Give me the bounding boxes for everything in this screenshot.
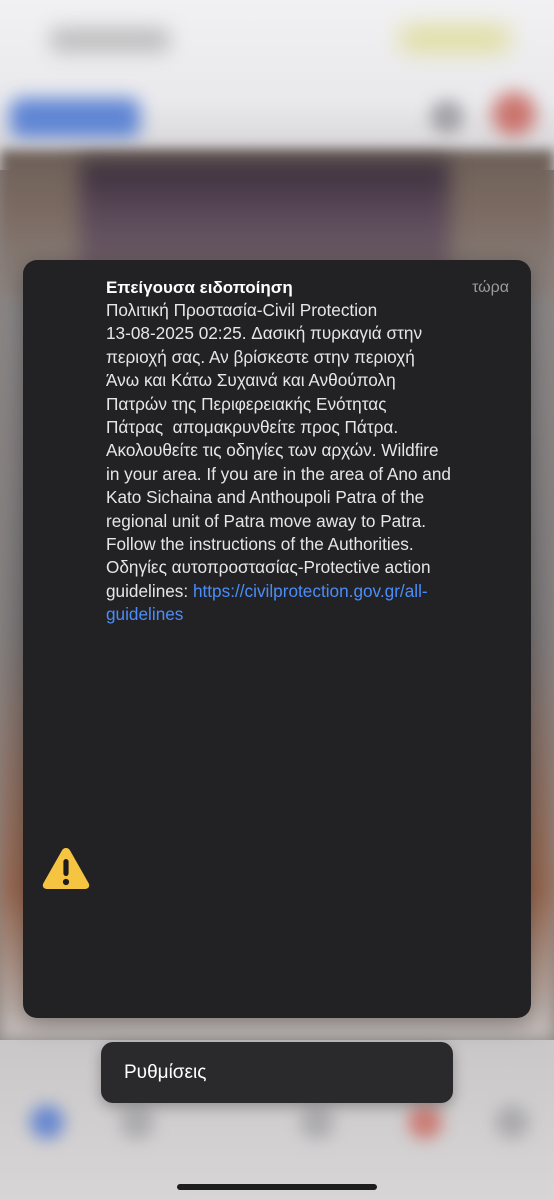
alert-line: Πατρών της Περιφερειακής Ενότητας	[106, 393, 387, 414]
alert-message: Πολιτική Προστασία-Civil Protection 13-0…	[106, 299, 511, 627]
alert-line: in your area. If you are in the area of …	[106, 463, 451, 484]
background-logo	[10, 98, 140, 138]
background-tab-icon	[120, 1105, 154, 1139]
background-tab-icon	[495, 1105, 529, 1139]
alert-line: Ακολουθείτε τις οδηγίες των αρχών. Wildf…	[106, 440, 439, 461]
guidelines-link-continued[interactable]: guidelines	[106, 604, 183, 624]
alert-line: περιοχή σας. Αν βρίσκεστε στην περιοχή	[106, 346, 415, 367]
alert-line: Άνω και Κάτω Συχαινά και Ανθούπολη	[106, 370, 396, 391]
settings-button[interactable]: Ρυθμίσεις	[101, 1042, 453, 1103]
background-icon	[430, 100, 464, 134]
home-indicator[interactable]	[177, 1184, 377, 1190]
background-avatar	[492, 92, 536, 136]
warning-triangle-icon	[42, 848, 90, 889]
guidelines-link[interactable]: https://civilprotection.gov.gr/all-	[193, 581, 428, 601]
alert-line: guidelines:	[106, 580, 193, 601]
background-photo-detail	[80, 160, 450, 270]
alert-line: Follow the instructions of the Authoriti…	[106, 534, 414, 555]
background-status-right	[400, 26, 510, 52]
alert-line: 13-08-2025 02:25. Δασική πυρκαγιά στην	[106, 323, 423, 344]
alert-timestamp: τώρα	[472, 279, 509, 296]
background-tab-icon	[30, 1105, 64, 1139]
alert-line: Πάτρας απομακρυνθείτε προς Πάτρα.	[106, 417, 399, 438]
alert-line: Kato Sichaina and Anthoupoli Patra of th…	[106, 487, 425, 508]
background-status-left	[50, 28, 170, 52]
alert-line: regional unit of Patra move away to Patr…	[106, 510, 427, 531]
emergency-alert-card[interactable]: Επείγουσα ειδοποίηση τώρα Πολιτική Προστ…	[23, 260, 531, 1018]
settings-label: Ρυθμίσεις	[124, 1062, 207, 1083]
background-tab-icon	[408, 1105, 442, 1139]
background-tab-icon	[300, 1105, 334, 1139]
alert-line: Οδηγίες αυτοπροστασίας-Protective action	[106, 557, 431, 578]
alert-title: Επείγουσα ειδοποίηση	[106, 278, 293, 297]
alert-line: Πολιτική Προστασία-Civil Protection	[106, 300, 378, 320]
